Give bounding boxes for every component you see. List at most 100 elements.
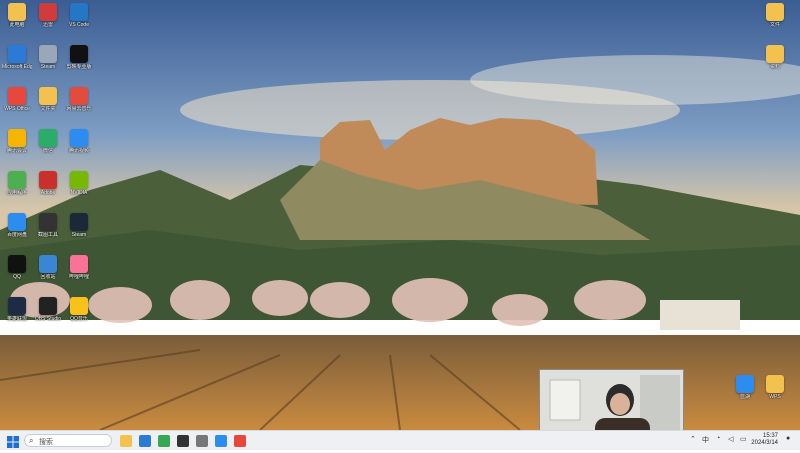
app-icon[interactable] xyxy=(234,435,246,447)
terminal-icon[interactable] xyxy=(177,435,189,447)
desktop-icon[interactable]: Steam xyxy=(64,213,94,238)
edge-icon[interactable] xyxy=(139,435,151,447)
desktop-icon[interactable]: 剪映专业版 xyxy=(64,45,94,70)
folder-icon xyxy=(766,45,784,63)
desktop-icon[interactable]: 英雄联盟 xyxy=(2,297,32,322)
adobe-icon xyxy=(39,171,57,189)
wifi-icon[interactable]: ◔ xyxy=(716,435,720,442)
desktop-icon-label: 哔哩哔哩 xyxy=(68,274,89,280)
desktop-icon[interactable]: 迅雷 xyxy=(33,3,63,28)
desktop-wallpaper xyxy=(0,0,800,430)
desktop-icon-label: 文件夹 xyxy=(40,106,56,112)
desktop-icon[interactable]: QQ音乐 xyxy=(64,297,94,322)
desktop-icon[interactable]: Steam xyxy=(33,45,63,70)
desktop-icon[interactable]: 百度网盘 xyxy=(2,213,32,238)
steam-icon xyxy=(70,213,88,231)
desktop-icon-label: QQ音乐 xyxy=(70,316,88,322)
desktop-icon[interactable]: 腾讯视频 xyxy=(64,129,94,154)
desktop-icon-label: 剪映专业版 xyxy=(66,64,92,70)
battery-icon[interactable]: ▭ xyxy=(740,435,747,443)
tv-icon xyxy=(70,129,88,147)
desktop-icon-label: 回收站 xyxy=(40,274,56,280)
music-icon xyxy=(70,87,88,105)
clock[interactable]: 15:37 2024/3/14 xyxy=(751,433,778,447)
desktop-icon-label: 百度网盘 xyxy=(6,232,27,238)
desktop-icon-label: 迅雷 xyxy=(42,22,53,28)
desktop-icon[interactable]: 腾讯会议 xyxy=(2,129,32,154)
volume-icon[interactable]: ◁ xyxy=(728,435,733,443)
desktop-icon[interactable]: 资料 xyxy=(760,45,790,70)
desktop-icon-label: 应用程序 xyxy=(6,190,27,196)
desktop-icon[interactable]: VS Code xyxy=(64,3,94,28)
desktop-icon-label: Steam xyxy=(71,232,87,238)
desktop-icon-label: 此电脑 xyxy=(9,22,25,28)
desktop-icon[interactable]: Adobe xyxy=(33,171,63,196)
search-placeholder: 搜索 xyxy=(39,439,53,446)
desktop-icon[interactable]: 此电脑 xyxy=(2,3,32,28)
search-icon: ⌕ xyxy=(29,436,34,445)
chrome-icon[interactable] xyxy=(158,435,170,447)
desktop-icon[interactable]: 回收站 xyxy=(33,255,63,280)
nvidia-icon xyxy=(70,171,88,189)
taskbar: ⌕ 搜索 ⌃ 中 ◔ ◁ ▭ 15:37 2024/3/14 ● xyxy=(0,430,800,450)
desktop-icon[interactable]: WPS Office xyxy=(2,87,32,112)
desktop-icon[interactable]: NVIDIA xyxy=(64,171,94,196)
desktop-icon-label: 英雄联盟 xyxy=(6,316,27,322)
desktop-icon-label: 资料 xyxy=(769,64,780,70)
app-icon xyxy=(8,171,26,189)
app-icon xyxy=(736,375,754,393)
tool-icon xyxy=(39,213,57,231)
notification-bell-icon[interactable]: ● xyxy=(786,435,790,442)
desktop-icon[interactable]: 蓝湖 xyxy=(730,375,760,400)
meeting-icon xyxy=(8,129,26,147)
desktop-icon[interactable]: 文件 xyxy=(760,3,790,28)
wechat-icon xyxy=(39,129,57,147)
desktop-icon-label: NVIDIA xyxy=(70,190,88,196)
desktop-icon-label: Steam xyxy=(40,64,56,70)
desktop-icon[interactable]: 截图工具 xyxy=(33,213,63,238)
desktop-icon[interactable]: 哔哩哔哩 xyxy=(64,255,94,280)
clock-time: 15:37 xyxy=(762,433,778,439)
desktop-icon-label: WPS xyxy=(769,394,781,400)
folder-icon xyxy=(8,3,26,21)
edge-icon xyxy=(8,45,26,63)
desktop-icon-label: VS Code xyxy=(68,22,89,28)
xunlei-icon xyxy=(39,3,57,21)
bili-icon xyxy=(70,255,88,273)
desktop-icon-label: 腾讯视频 xyxy=(68,148,89,154)
windows-start-icon[interactable] xyxy=(7,435,19,448)
recycle-icon xyxy=(39,255,57,273)
desktop-icon-label: 截图工具 xyxy=(37,232,58,238)
desktop-icon[interactable]: 微信 xyxy=(33,129,63,154)
baidu-icon xyxy=(8,213,26,231)
folder-icon xyxy=(39,87,57,105)
desktop-icon[interactable]: QQ xyxy=(2,255,32,280)
desktop-icon-label: 文件 xyxy=(769,22,780,28)
desktop-icon-label: 微信 xyxy=(42,148,53,154)
desktop-icon[interactable]: Microsoft Edge xyxy=(2,45,32,70)
file-explorer-icon[interactable] xyxy=(120,435,132,447)
desktop-icon-label: Microsoft Edge xyxy=(2,64,32,70)
qqmusic-icon xyxy=(70,297,88,315)
desktop-icon-label: OBS Studio xyxy=(34,316,62,322)
desktop-icon-label: 蓝湖 xyxy=(739,394,750,400)
wps-icon xyxy=(8,87,26,105)
wps-icon xyxy=(766,375,784,393)
search-box[interactable]: ⌕ 搜索 xyxy=(24,434,112,447)
lol-icon xyxy=(8,297,26,315)
desktop-icon-label: 网易云音乐 xyxy=(66,106,92,112)
store-icon[interactable] xyxy=(215,435,227,447)
desktop-icon[interactable]: 应用程序 xyxy=(2,171,32,196)
settings-icon[interactable] xyxy=(196,435,208,447)
desktop-icon-label: QQ xyxy=(13,274,21,280)
clock-date: 2024/3/14 xyxy=(751,440,778,446)
desktop-icon[interactable]: 网易云音乐 xyxy=(64,87,94,112)
tray-ime[interactable]: 中 xyxy=(702,435,709,445)
chevron-up-icon[interactable]: ⌃ xyxy=(690,435,696,443)
folder-icon xyxy=(766,3,784,21)
code-icon xyxy=(70,3,88,21)
desktop-icon[interactable]: 文件夹 xyxy=(33,87,63,112)
obs-icon xyxy=(39,297,57,315)
desktop-icon[interactable]: WPS xyxy=(760,375,790,400)
desktop-icon[interactable]: OBS Studio xyxy=(33,297,63,322)
